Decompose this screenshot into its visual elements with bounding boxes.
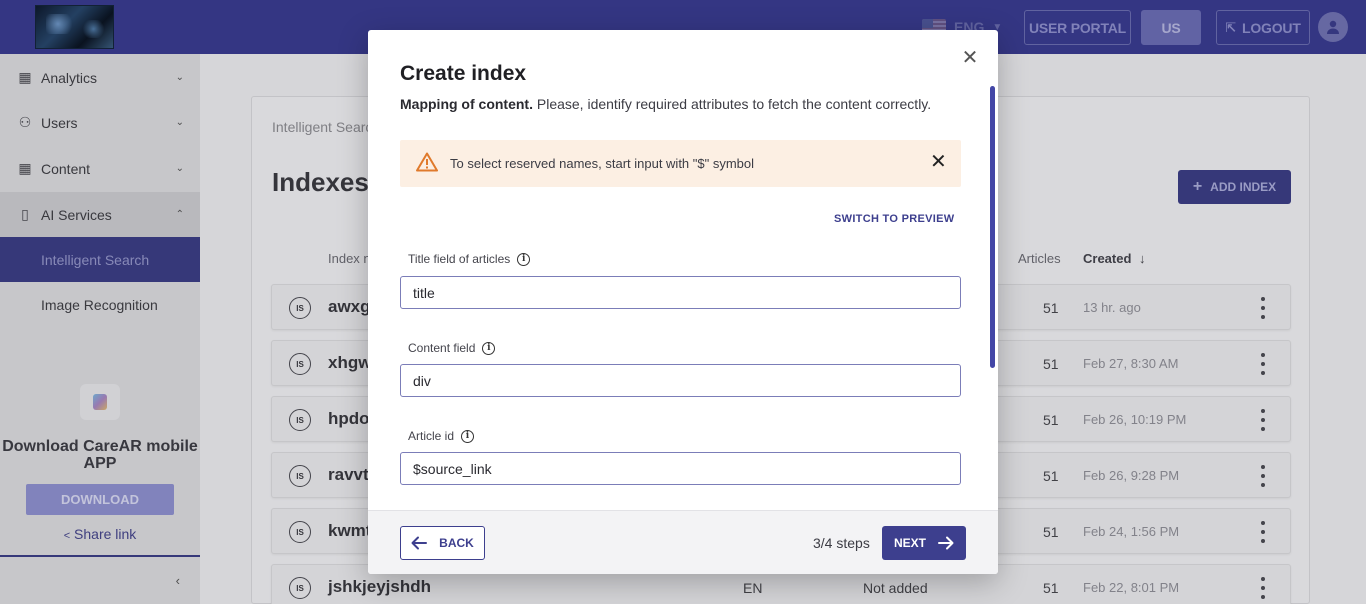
step-indicator: 3/4 steps — [813, 535, 870, 551]
back-label: BACK — [439, 536, 474, 550]
title-field-input[interactable] — [400, 276, 961, 309]
content-field-input[interactable] — [400, 364, 961, 397]
switch-to-preview-link[interactable]: SWITCH TO PREVIEW — [834, 213, 954, 225]
article-id-label-text: Article id — [408, 429, 455, 443]
warning-icon — [416, 152, 438, 172]
arrow-left-icon — [411, 536, 428, 550]
subtitle-bold: Mapping of content. — [400, 96, 533, 112]
dialog-title: Create index — [400, 62, 527, 85]
create-index-dialog: ✕ Create index Mapping of content. Pleas… — [368, 30, 998, 574]
back-button[interactable]: BACK — [400, 526, 485, 560]
content-field-label: Content field i — [408, 341, 496, 355]
close-alert-icon[interactable]: ✕ — [930, 152, 947, 172]
scrollbar-thumb[interactable] — [990, 86, 995, 368]
title-field-label-text: Title field of articles — [408, 252, 511, 266]
info-icon[interactable]: i — [482, 341, 496, 355]
arrow-right-icon — [938, 536, 954, 550]
title-field-label: Title field of articles i — [408, 252, 531, 266]
dialog-footer: BACK 3/4 steps NEXT — [368, 510, 998, 574]
article-id-label: Article id i — [408, 429, 475, 443]
dialog-subtitle: Mapping of content. Please, identify req… — [400, 96, 931, 112]
article-id-input[interactable] — [400, 452, 961, 485]
subtitle-text: Please, identify required attributes to … — [532, 96, 932, 112]
warning-alert: To select reserved names, start input wi… — [400, 140, 961, 187]
next-label: NEXT — [893, 536, 926, 550]
info-icon[interactable]: i — [517, 252, 531, 266]
content-field-label-text: Content field — [408, 341, 476, 355]
next-button[interactable]: NEXT — [882, 526, 966, 560]
alert-text: To select reserved names, start input wi… — [450, 156, 755, 171]
info-icon[interactable]: i — [461, 429, 475, 443]
close-icon[interactable]: ✕ — [960, 48, 980, 68]
scrollbar[interactable] — [990, 86, 995, 538]
